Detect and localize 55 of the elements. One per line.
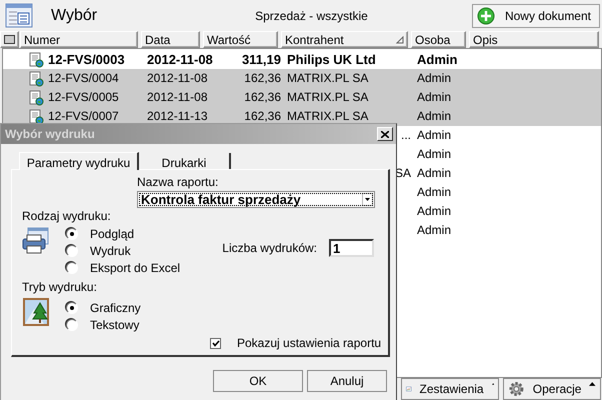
table-cell: 12-FVS/0007 [48, 110, 119, 123]
table-row[interactable]: 12-FVS/0007 2012-11-13 162,36 MATRIX.PL SA Admin [3, 107, 601, 126]
table-cell: 2012-11-08 [147, 72, 208, 85]
table-cell: MATRIX.PL SA [287, 110, 368, 123]
table-row[interactable]: 12-FVS/0004 2012-11-08 162,36 MATRIX.PL SA Admin [3, 69, 601, 88]
dialog-button[interactable]: OK [213, 370, 303, 392]
table-cell: ... [400, 129, 411, 142]
option-label: Podgląd [90, 226, 134, 240]
table-cell: 12-FVS/0004 [48, 72, 119, 85]
column-header[interactable]: Numer [20, 31, 138, 48]
dialog-button[interactable]: Anuluj [307, 370, 387, 392]
window-title: Wybór [51, 6, 98, 24]
table-cell: 311,19 [242, 53, 281, 66]
table-cell: 12-FVS/0003 [48, 53, 125, 66]
view-name: Sprzedaż - wszystkie [254, 8, 369, 22]
panel-button[interactable]: Zestawienia [401, 378, 499, 400]
option-label: Wydruk [90, 244, 131, 258]
copies-field[interactable]: 1 [329, 239, 374, 257]
table-cell: MATRIX.PL SA [287, 72, 368, 85]
table-cell: Admin [417, 53, 458, 66]
table-cell: 2012-11-08 [147, 91, 208, 104]
section-label: Tryb wydruku: [22, 280, 98, 294]
table-cell: Admin [417, 91, 452, 104]
option-label: Eksport do Excel [90, 260, 180, 274]
section-label: Rodzaj wydruku: [22, 209, 112, 223]
table-cell: 2012-11-13 [147, 110, 208, 123]
checkbox-label: Pokazuj ustawienia raportu [237, 336, 382, 350]
table-cell: Philips UK Ltd [287, 53, 376, 66]
report-dropdown[interactable]: Kontrola faktur sprzedaży [137, 191, 375, 208]
option-label: Tekstowy [90, 318, 140, 332]
tab[interactable]: Drukarki [139, 153, 231, 169]
table-cell: Admin [417, 110, 452, 123]
column-header[interactable]: Data [141, 31, 200, 48]
option-label: Graficzny [90, 300, 141, 314]
tab[interactable]: Parametry wydruku [19, 152, 139, 170]
table-cell: 12-FVS/0005 [48, 91, 119, 104]
panel-button[interactable]: Operacje [503, 378, 601, 400]
table-row[interactable]: 12-FVS/0003 2012-11-08 311,19 Philips UK Ltd Admin [3, 50, 601, 69]
column-header[interactable]: Opis [469, 31, 599, 48]
column-header[interactable]: Wartość [203, 31, 278, 48]
table-row[interactable]: 12-FVS/0005 2012-11-08 162,36 MATRIX.PL SA Admin [3, 88, 601, 107]
table-cell: Admin [417, 129, 452, 142]
column-header[interactable]: Osoba [411, 31, 466, 48]
table-cell: MATRIX.PL SA [287, 91, 368, 104]
table-cell: 2012-11-08 [147, 53, 213, 66]
column-header[interactable]: Kontrahent [281, 31, 408, 48]
report-name-label: Nazwa raportu: [137, 175, 220, 189]
new-document-button[interactable]: Nowy dokument [472, 4, 600, 28]
copies-label: Liczba wydruków: [222, 241, 317, 255]
table-cell: 162,36 [244, 91, 281, 104]
table-cell: 162,36 [244, 110, 281, 123]
table-cell: Admin [417, 167, 452, 180]
dialog-title: Wybór wydruku [5, 127, 95, 141]
table-cell: 162,36 [244, 72, 281, 85]
table-cell: Admin [417, 72, 452, 85]
